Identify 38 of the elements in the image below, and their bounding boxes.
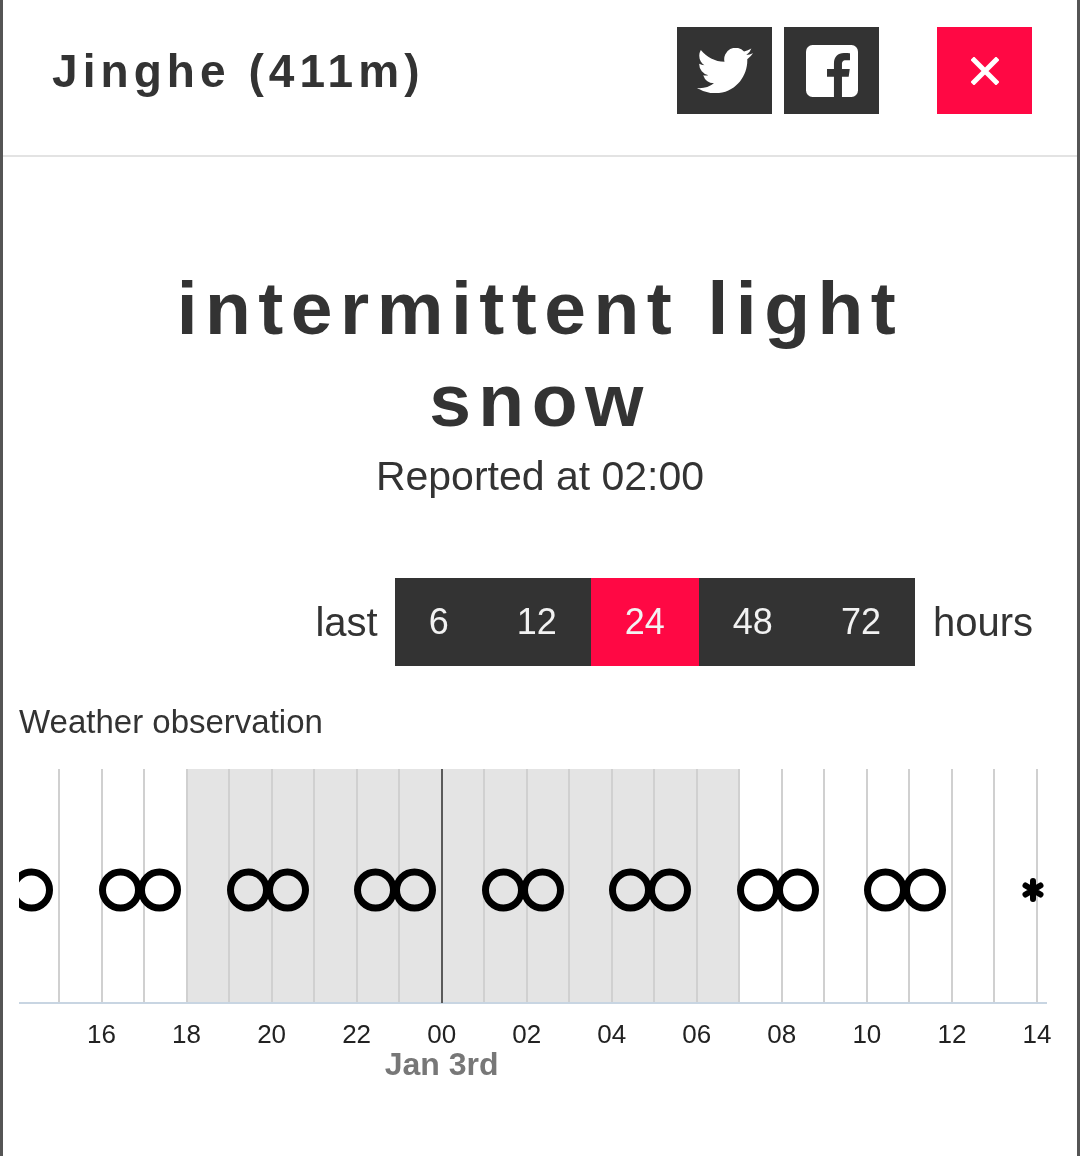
axis-tick-label: 10 bbox=[852, 1019, 882, 1049]
double-ring-icon bbox=[19, 868, 54, 912]
condition-heading: intermittent light snow bbox=[175, 265, 905, 444]
double-ring-icon bbox=[354, 868, 437, 912]
section-title: Weather observation bbox=[19, 704, 323, 740]
range-suffix-label: hours bbox=[932, 599, 1033, 646]
axis-tick-label: 06 bbox=[682, 1019, 712, 1049]
double-ring-icon bbox=[864, 868, 947, 912]
report-time: Reported at 02:00 bbox=[375, 454, 705, 498]
axis-tick-label: 14 bbox=[1022, 1019, 1052, 1049]
range-option-tab[interactable]: 48 bbox=[698, 578, 807, 666]
share-button[interactable] bbox=[784, 27, 879, 114]
axis-tick-label: 02 bbox=[512, 1019, 542, 1049]
location-title: Jinghe (411m) bbox=[52, 43, 425, 98]
double-ring-icon bbox=[481, 868, 564, 912]
bird-icon bbox=[696, 48, 753, 93]
range-option-tab[interactable]: 12 bbox=[482, 578, 591, 666]
range-option-tab[interactable]: 72 bbox=[806, 578, 915, 666]
axis-tick-label: 12 bbox=[937, 1019, 967, 1049]
f-logo-icon bbox=[805, 44, 858, 97]
axis-tick-label: 20 bbox=[257, 1019, 287, 1049]
date-label: Jan 3rd bbox=[384, 1046, 499, 1082]
axis-tick-label: 08 bbox=[767, 1019, 797, 1049]
double-ring-icon bbox=[736, 868, 819, 912]
close-icon bbox=[970, 56, 999, 85]
asterisk-icon bbox=[1020, 877, 1045, 903]
double-ring-icon bbox=[609, 868, 692, 912]
axis-tick-label: 04 bbox=[597, 1019, 627, 1049]
share-button[interactable] bbox=[677, 27, 772, 114]
close-button[interactable] bbox=[937, 27, 1032, 114]
range-prefix-label: last bbox=[315, 599, 378, 646]
axis-tick-label: 00 bbox=[427, 1019, 457, 1049]
double-ring-icon bbox=[226, 868, 309, 912]
axis-tick-label: 18 bbox=[172, 1019, 201, 1049]
range-option-tab[interactable]: 6 bbox=[394, 578, 483, 666]
axis-tick-label: 22 bbox=[342, 1019, 372, 1049]
axis-tick-label: 16 bbox=[87, 1019, 116, 1049]
double-ring-icon bbox=[99, 868, 182, 912]
